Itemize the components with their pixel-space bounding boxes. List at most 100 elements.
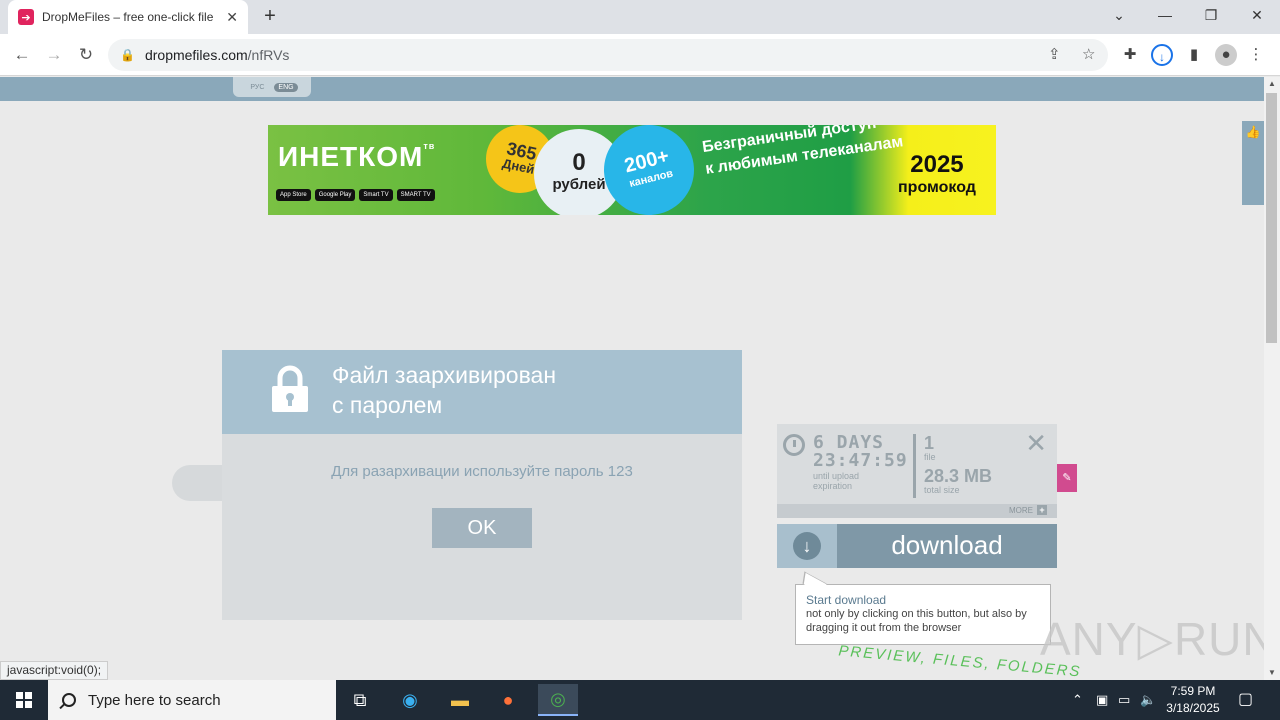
banner-store-badges: App Store Google Play Smart TV SMART TV [276,189,435,201]
scroll-down-icon[interactable]: ▼ [1264,666,1280,680]
search-placeholder: Type here to search [88,691,221,709]
banner-brand: ИНЕТКОМ [278,141,424,172]
windows-logo-icon [16,692,32,708]
back-arrow-icon[interactable]: ← [10,43,34,67]
banner-promo: 2025 промокод [898,151,976,198]
page-content: РУС ENG ИНЕТКОМтв App Store Google Play … [0,77,1264,680]
price-word: рублей [552,176,606,193]
notifications-icon[interactable]: ▢ [1238,680,1253,720]
password-info-modal: Файл заархивирован с паролем Для разархив… [222,350,742,620]
promo-year: 2025 [910,151,964,178]
volume-icon[interactable]: 🔈 [1140,680,1156,720]
more-link[interactable]: MORE + [777,504,1057,518]
close-window-button[interactable]: ✕ [1234,0,1280,30]
banner-brand-sup: тв [423,141,436,151]
minimize-button[interactable]: — [1142,0,1188,30]
search-icon [62,693,76,707]
download-arrow-icon: ↓ [793,532,821,560]
browser-toolbar: ← → ↻ 🔒 dropmefiles.com/nfRVs ⇪ ☆ ✚ ↓ ▮ … [0,34,1280,76]
store-badge: SMART TV [396,189,435,201]
ok-button[interactable]: OK [432,508,532,548]
info-divider [913,434,916,498]
store-badge: Google Play [314,189,356,201]
side-panel-icon[interactable]: ▮ [1183,44,1205,66]
tooltip-body: not only by clicking on this button, but… [806,608,1027,634]
modal-title-line-1: Файл заархивирован [332,362,557,388]
modal-header: Файл заархивирован с паролем [222,350,742,434]
file-count-label: file [924,452,936,462]
download-button[interactable]: ↓ download [777,524,1057,568]
tab-search-button[interactable]: ⌄ [1096,0,1142,30]
download-label: download [891,530,1003,560]
ad-banner[interactable]: ИНЕТКОМтв App Store Google Play Smart TV… [268,125,996,215]
reload-icon[interactable]: ↻ [74,43,98,67]
countdown-time: 23:47:59 [813,450,908,471]
clock-icon [783,434,805,456]
site-header-band [0,77,1264,101]
modal-title: Файл заархивирован с паролем [332,360,556,420]
download-arrow-box: ↓ [777,524,837,568]
lang-ru[interactable]: РУС [246,83,268,92]
expiration-label-1: until upload [813,471,860,481]
close-card-icon[interactable]: ✕ [1025,428,1047,459]
tooltip-title: Start download [806,593,887,607]
windows-taskbar: Type here to search ⧉ ◉ ▬ ● ◎ ⌃ ▣ ▭ 🔈 7:… [0,680,1280,720]
restore-button[interactable]: ❐ [1188,0,1234,30]
feedback-icon[interactable]: ✎ [1057,464,1077,492]
padlock-icon [272,365,308,412]
modal-title-line-2: с паролем [332,392,443,418]
tab-title: DropMeFiles – free one-click file [42,10,214,24]
firefox-icon[interactable]: ● [488,684,528,716]
clock-date: 3/18/2025 [1166,701,1220,715]
language-switcher: РУС ENG [233,77,311,97]
extensions-puzzle-icon[interactable]: ✚ [1119,44,1141,66]
anyrun-watermark: ANY▷RUN [1040,613,1264,665]
status-bar-url: javascript:void(0); [0,661,109,680]
banner-tagline: Безграничный доступ к любимым телеканалам [701,125,905,181]
url-text: dropmefiles.com/nfRVs [145,47,289,63]
store-badge: App Store [276,189,311,201]
expiration-label-2: expiration [813,481,853,491]
banner-logo: ИНЕТКОМтв [278,141,435,173]
modal-message: Для разархивации используйте пароль 123 [331,463,633,480]
taskbar-search[interactable]: Type here to search [48,680,336,720]
tab-strip: ➔ DropMeFiles – free one-click file ✕ + … [0,0,1280,34]
tray-chevron-icon[interactable]: ⌃ [1072,680,1083,720]
file-explorer-icon[interactable]: ▬ [440,684,480,716]
network-icon[interactable]: ▭ [1118,680,1130,720]
store-badge: Smart TV [359,189,393,201]
share-icon[interactable]: ⇪ [1048,39,1061,71]
chrome-icon[interactable]: ◎ [538,684,578,716]
total-size: 28.3 MB [924,466,993,486]
scrollbar-thumb[interactable] [1266,93,1277,343]
tab-close-icon[interactable]: ✕ [226,9,238,26]
tray-device-icon[interactable]: ▣ [1096,680,1108,720]
lock-icon[interactable]: 🔒 [120,48,135,62]
downloads-icon[interactable]: ↓ [1151,44,1173,66]
expiration-label: until upload expiration [813,471,859,491]
browser-tab[interactable]: ➔ DropMeFiles – free one-click file ✕ [8,0,248,34]
menu-kebab-icon[interactable]: ⋮ [1245,44,1267,66]
taskbar-clock[interactable]: 7:59 PM 3/18/2025 [1160,683,1226,717]
new-tab-button[interactable]: + [258,5,282,29]
expiration-countdown: 6 DAYS 23:47:59 [813,434,908,470]
total-size-label: total size [924,485,960,495]
forward-arrow-icon[interactable]: → [42,43,66,67]
more-label: MORE [1009,506,1033,515]
task-view-icon[interactable]: ⧉ [340,684,380,716]
more-plus-icon: + [1037,505,1047,515]
address-bar[interactable]: 🔒 dropmefiles.com/nfRVs ⇪ ☆ [108,39,1108,71]
price-number: 0 [572,149,586,176]
file-count: 1 [924,433,935,453]
vertical-scrollbar[interactable]: ▲ ▼ [1264,77,1280,680]
thumbs-up-icon: 👍 [1245,125,1261,139]
like-side-tab[interactable]: 👍 [1242,121,1264,205]
start-button[interactable] [0,680,48,720]
bookmark-star-icon[interactable]: ☆ [1082,39,1095,71]
edge-icon[interactable]: ◉ [390,684,430,716]
scroll-up-icon[interactable]: ▲ [1264,77,1280,91]
clock-time: 7:59 PM [1170,684,1216,698]
dropmefiles-favicon-icon: ➔ [18,9,34,25]
lang-en[interactable]: ENG [274,82,298,92]
profile-avatar-icon[interactable]: ● [1215,44,1237,66]
